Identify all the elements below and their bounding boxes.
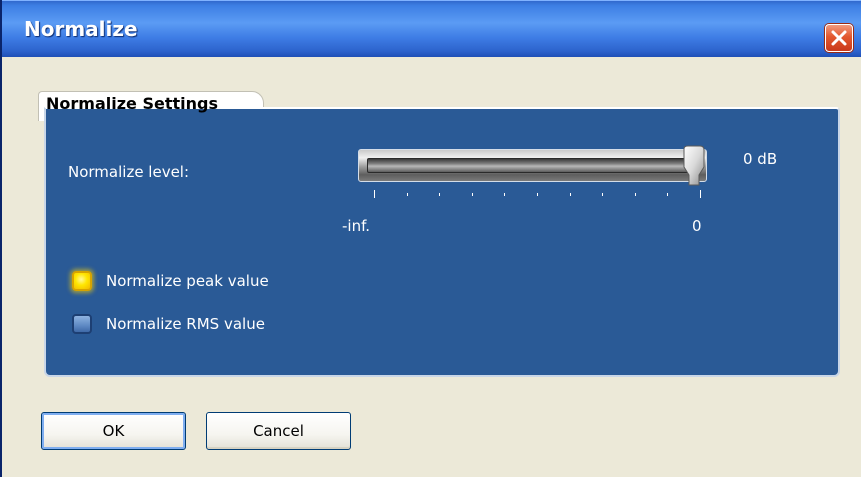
- normalize-level-slider[interactable]: [358, 149, 707, 182]
- title-bar[interactable]: Normalize: [2, 0, 861, 57]
- slider-tick: [407, 193, 408, 196]
- window-title: Normalize: [24, 17, 138, 41]
- slider-tick: [439, 193, 440, 196]
- slider-tick: [504, 193, 505, 196]
- slider-tick: [602, 193, 603, 196]
- rms-value-toggle[interactable]: [72, 314, 92, 334]
- normalize-level-value: 0 dB: [743, 150, 778, 168]
- peak-value-label[interactable]: Normalize peak value: [106, 272, 269, 290]
- slider-tick: [667, 193, 668, 196]
- slider-tick: [472, 193, 473, 196]
- cancel-button[interactable]: Cancel: [206, 412, 351, 450]
- close-button[interactable]: [825, 24, 853, 52]
- rms-value-label[interactable]: Normalize RMS value: [106, 315, 265, 333]
- slider-tick: [537, 193, 538, 196]
- slider-min-label: -inf.: [342, 217, 371, 235]
- normalize-settings-panel: [44, 107, 840, 377]
- group-title: Normalize Settings: [46, 94, 218, 113]
- slider-thumb[interactable]: [679, 145, 707, 187]
- slider-groove: [367, 158, 689, 173]
- ok-button[interactable]: OK: [41, 412, 186, 450]
- slider-tick: [635, 193, 636, 196]
- peak-value-toggle[interactable]: [72, 271, 92, 291]
- slider-max-label: 0: [692, 217, 702, 235]
- normalize-dialog: Normalize Normalize Settings Normalize l…: [0, 0, 861, 477]
- slider-tick: [570, 193, 571, 196]
- dialog-body: Normalize Settings Normalize level: 0 dB…: [4, 57, 861, 477]
- slider-tick: [700, 190, 701, 198]
- slider-tick: [374, 190, 375, 198]
- normalize-level-label: Normalize level:: [68, 163, 190, 181]
- close-icon: [831, 30, 847, 46]
